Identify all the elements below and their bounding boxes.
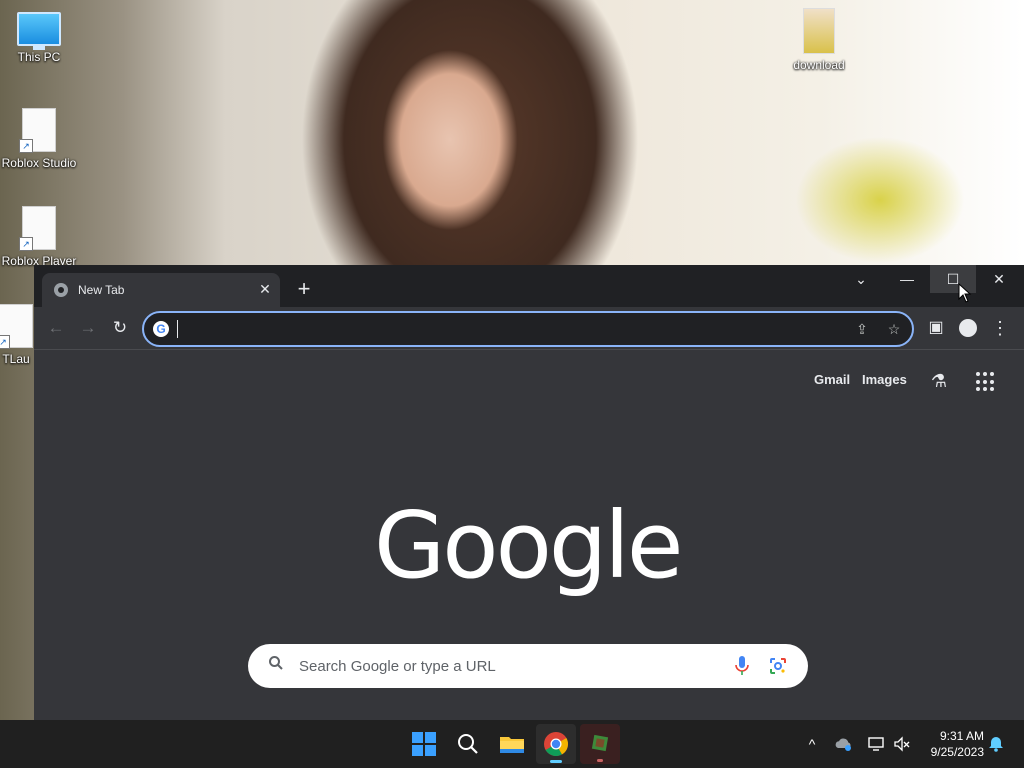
image-file-icon [803, 8, 835, 54]
new-tab-page: Gmail Images ⚗ Google Search Google or t… [34, 350, 1024, 720]
reload-button[interactable]: ↻ [108, 316, 132, 340]
minimize-button[interactable]: — [884, 265, 930, 293]
file-shortcut-icon: ↗ [0, 304, 33, 349]
chrome-icon [54, 283, 68, 297]
tab-search-button[interactable]: ⌄ [838, 265, 884, 293]
back-button[interactable]: ← [44, 316, 68, 340]
share-icon[interactable]: ⇪ [852, 319, 872, 339]
desktop-icon-this-pc[interactable]: This PC [0, 12, 78, 64]
address-input[interactable] [178, 318, 822, 340]
taskbar: ^ 9:31 AM 9/25/2023 [0, 720, 1024, 768]
side-panel-icon[interactable]: ▣ [924, 316, 948, 340]
start-button[interactable] [404, 724, 444, 764]
onedrive-icon[interactable] [834, 734, 854, 754]
images-link[interactable]: Images [862, 372, 907, 387]
apps-grid-icon[interactable] [976, 372, 996, 392]
monitor-icon [17, 12, 61, 50]
file-shortcut-icon: ↗ [19, 206, 56, 251]
volume-muted-icon[interactable] [892, 734, 912, 754]
close-window-button[interactable]: ✕ [976, 265, 1022, 293]
google-lens-icon[interactable] [768, 656, 788, 676]
search-taskbar-icon[interactable] [448, 724, 488, 764]
notification-bell-icon[interactable] [986, 734, 1006, 754]
labs-flask-icon[interactable]: ⚗ [928, 370, 950, 392]
desktop-icon-label: download [793, 58, 845, 72]
menu-icon[interactable]: ⋮ [988, 316, 1012, 340]
clock-date: 9/25/2023 [930, 745, 984, 759]
forward-button[interactable]: → [76, 316, 100, 340]
desktop-icon-roblox-player[interactable]: ↗ Roblox Player [0, 206, 78, 268]
mouse-pointer-icon [958, 282, 972, 308]
desktop-icon-label: Roblox Studio [1, 156, 77, 170]
show-hidden-icons-button[interactable]: ^ [802, 734, 822, 754]
title-bar: New Tab ✕ + ⌄ — ☐ ✕ [34, 265, 1024, 307]
roblox-taskbar-icon[interactable] [580, 724, 620, 764]
desktop-icon-download[interactable]: download [780, 8, 858, 72]
new-tab-button[interactable]: + [292, 278, 316, 302]
tab-new-tab[interactable]: New Tab ✕ [42, 273, 280, 307]
desktop-icon-roblox-studio[interactable]: ↗ Roblox Studio [0, 108, 78, 170]
clock-time: 9:31 AM [939, 729, 984, 743]
google-logo: Google [374, 492, 683, 599]
profile-icon[interactable] [956, 316, 980, 340]
file-explorer-icon[interactable] [492, 724, 532, 764]
browser-toolbar: ← → ↻ G ⇪ ☆ ▣ ⋮ [34, 307, 1024, 350]
search-placeholder: Search Google or type a URL [299, 658, 496, 675]
file-shortcut-icon: ↗ [19, 108, 56, 153]
browser-window: New Tab ✕ + ⌄ — ☐ ✕ ← → ↻ G ⇪ ☆ ▣ ⋮ Gmai… [34, 265, 1024, 720]
tab-title: New Tab [78, 283, 125, 297]
voice-search-icon[interactable] [734, 655, 750, 677]
address-bar[interactable]: G ⇪ ☆ [142, 311, 914, 347]
gmail-link[interactable]: Gmail [814, 372, 850, 387]
network-icon[interactable] [866, 734, 886, 754]
google-g-icon: G [153, 321, 169, 337]
tab-close-button[interactable]: ✕ [256, 280, 274, 298]
search-icon [266, 655, 286, 675]
system-clock[interactable]: 9:31 AM 9/25/2023 [918, 728, 984, 760]
google-search-box[interactable]: Search Google or type a URL [248, 644, 808, 688]
bookmark-star-icon[interactable]: ☆ [884, 319, 904, 339]
desktop-icon-label: This PC [17, 50, 61, 64]
chrome-taskbar-icon[interactable] [536, 724, 576, 764]
